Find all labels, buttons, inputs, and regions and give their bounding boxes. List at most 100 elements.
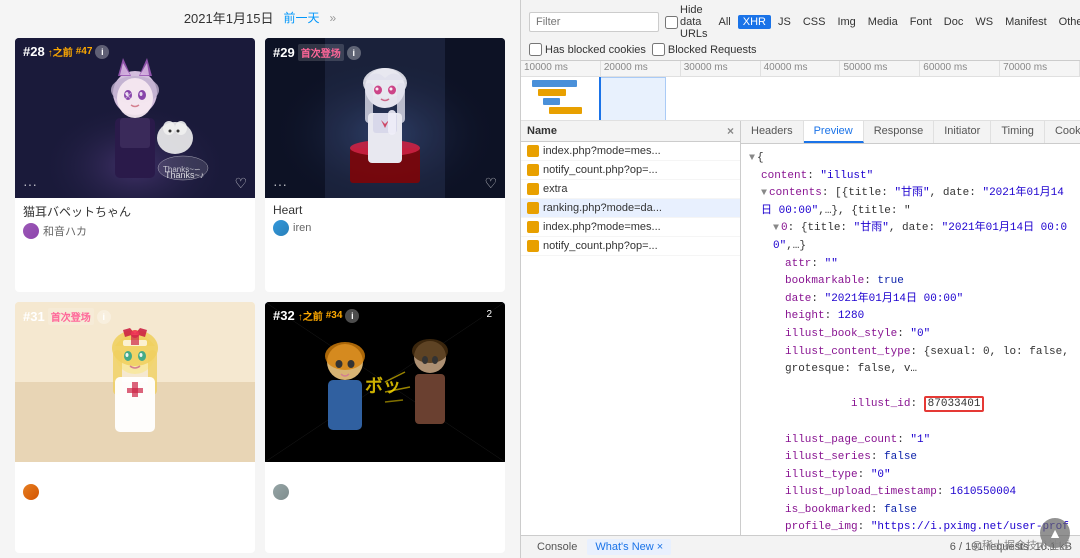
timeline-area: 10000 ms 20000 ms 30000 ms 40000 ms 5000…	[521, 61, 1080, 121]
rank-prev-28: #47	[76, 46, 93, 57]
author-avatar-31	[23, 484, 39, 500]
rank-card-31[interactable]: #31 首次登场 i	[15, 302, 255, 553]
timeline-bars	[521, 77, 1080, 121]
req-name-5: index.php?mode=mes...	[543, 221, 734, 233]
devtools-toolbar: Hide data URLs All XHR JS CSS Img Media …	[521, 0, 1080, 61]
card-image-28: Thanks~♪ Thanks~∽ #28 ↑之前 #47 i ··· ♡	[15, 38, 255, 198]
info-icon-28[interactable]: i	[95, 45, 109, 59]
author-name-28: 和音ハカ	[43, 223, 87, 239]
hide-data-urls-check[interactable]	[665, 16, 678, 29]
author-avatar-28	[23, 223, 39, 239]
filter-other[interactable]: Other	[1054, 15, 1080, 29]
req-name-2: notify_count.php?op=...	[543, 164, 734, 176]
filter-media[interactable]: Media	[863, 15, 903, 29]
blocked-requests-text: Blocked Requests	[668, 44, 757, 56]
filter-xhr[interactable]: XHR	[738, 15, 771, 29]
tab-preview[interactable]: Preview	[804, 121, 864, 143]
toolbar-row1: Hide data URLs All XHR JS CSS Img Media …	[529, 4, 1072, 40]
ranking-grid: Thanks~♪ Thanks~∽ #28 ↑之前 #47 i ··· ♡ 猫耳…	[0, 33, 520, 558]
watermark: @稀土掘金技术社区	[971, 537, 1070, 553]
blocked-requests-label[interactable]: Blocked Requests	[652, 43, 757, 56]
info-icon-32[interactable]: i	[345, 309, 359, 323]
filter-font[interactable]: Font	[905, 15, 937, 29]
req-item-1[interactable]: index.php?mode=mes...	[521, 142, 740, 161]
json-content: content: "illust"	[749, 168, 1072, 186]
dots-button-28[interactable]: ···	[23, 176, 37, 192]
rank-arrow-32: ↑之前	[298, 308, 323, 323]
json-illust-page-count: illust_page_count: "1"	[749, 432, 1072, 450]
tab-initiator[interactable]: Initiator	[934, 121, 991, 143]
rank-badge-29: #29 首次登场 i	[273, 44, 361, 61]
rank-arrow-28: ↑之前	[48, 44, 73, 59]
net-bar-4	[549, 107, 583, 114]
tab-whats-new[interactable]: What's New ×	[587, 539, 671, 555]
rank-prev-32: #34	[326, 310, 343, 321]
req-item-5[interactable]: index.php?mode=mes...	[521, 218, 740, 237]
has-blocked-cookies-check[interactable]	[529, 43, 542, 56]
rank-badge-32: #32 ↑之前 #34 i	[273, 308, 359, 323]
date-header: 2021年1月15日 前一天 »	[0, 0, 520, 33]
json-height: height: 1280	[749, 308, 1072, 326]
info-icon-31[interactable]: i	[97, 310, 111, 324]
json-date: date: "2021年01月14日 00:00"	[749, 291, 1072, 309]
req-icon-3	[527, 183, 539, 195]
card-image-31: #31 首次登场 i	[15, 302, 255, 462]
tick-30000: 30000 ms	[681, 61, 761, 76]
toolbar-row2: Has blocked cookies Blocked Requests	[529, 43, 1072, 56]
card-title-32	[273, 467, 497, 481]
req-name-1: index.php?mode=mes...	[543, 145, 734, 157]
rank-number-28: #28	[23, 44, 45, 59]
filter-manifest[interactable]: Manifest	[1000, 15, 1052, 29]
author-avatar-29	[273, 220, 289, 236]
devtools-panel: Hide data URLs All XHR JS CSS Img Media …	[520, 0, 1080, 558]
filter-css[interactable]: CSS	[798, 15, 831, 29]
filter-js[interactable]: JS	[773, 15, 796, 29]
rank-card-32[interactable]: ボッ #32 ↑之前 #34 i	[265, 302, 505, 553]
has-blocked-cookies-text: Has blocked cookies	[545, 44, 646, 56]
req-item-4[interactable]: ranking.php?mode=da...	[521, 199, 740, 218]
req-item-3[interactable]: extra	[521, 180, 740, 199]
author-avatar-32	[273, 484, 289, 500]
tab-console[interactable]: Console	[529, 539, 585, 555]
tab-cookies[interactable]: Cookies	[1045, 121, 1080, 143]
json-contents: ▼contents: [{title: "甘雨", date: "2021年01…	[749, 185, 1072, 220]
req-list-name-header: Name	[527, 125, 557, 137]
req-name-3: extra	[543, 183, 734, 195]
req-item-2[interactable]: notify_count.php?op=...	[521, 161, 740, 180]
filter-all[interactable]: All	[714, 15, 736, 29]
heart-button-28[interactable]: ♡	[234, 175, 247, 192]
json-item0: ▼0: {title: "甘雨", date: "2021年01月14日 00:…	[749, 220, 1072, 255]
timeline-selection	[599, 77, 666, 121]
prev-day-link[interactable]: 前一天	[283, 9, 319, 26]
hide-data-urls-checkbox[interactable]: Hide data URLs	[665, 4, 708, 40]
info-icon-29[interactable]: i	[347, 46, 361, 60]
req-list-items: index.php?mode=mes... notify_count.php?o…	[521, 142, 740, 535]
card-image-32: ボッ #32 ↑之前 #34 i	[265, 302, 505, 462]
req-item-6[interactable]: notify_count.php?op=...	[521, 237, 740, 256]
has-blocked-cookies-label[interactable]: Has blocked cookies	[529, 43, 646, 56]
filter-input[interactable]	[529, 12, 659, 32]
tab-timing[interactable]: Timing	[991, 121, 1045, 143]
filter-doc[interactable]: Doc	[939, 15, 969, 29]
rank-card-29[interactable]: ♥	[265, 38, 505, 292]
net-bar-3	[543, 98, 560, 105]
rank-card-28[interactable]: Thanks~♪ Thanks~∽ #28 ↑之前 #47 i ··· ♡ 猫耳…	[15, 38, 255, 292]
blocked-requests-check[interactable]	[652, 43, 665, 56]
ranking-panel: 2021年1月15日 前一天 »	[0, 0, 520, 558]
requests-left-panel: Name × index.php?mode=mes... notify_coun…	[521, 121, 741, 535]
date-arrow: »	[329, 11, 336, 25]
tab-response[interactable]: Response	[864, 121, 935, 143]
heart-button-29[interactable]: ♡	[484, 175, 497, 192]
tab-headers[interactable]: Headers	[741, 121, 804, 143]
card-info-31	[15, 462, 255, 505]
rank-badge-28: #28 ↑之前 #47 i	[23, 44, 109, 59]
dots-button-29[interactable]: ···	[273, 176, 287, 192]
rank-badge-31: #31 首次登场 i	[23, 308, 111, 325]
close-preview-x[interactable]: ×	[727, 124, 734, 138]
filter-ws[interactable]: WS	[970, 15, 998, 29]
filter-img[interactable]: Img	[832, 15, 860, 29]
first-appear-29: 首次登场	[298, 44, 344, 61]
card-title-29: Heart	[273, 203, 497, 217]
rank-number-29: #29	[273, 45, 295, 60]
json-illust-content-type: illust_content_type: {sexual: 0, lo: fal…	[749, 344, 1072, 379]
